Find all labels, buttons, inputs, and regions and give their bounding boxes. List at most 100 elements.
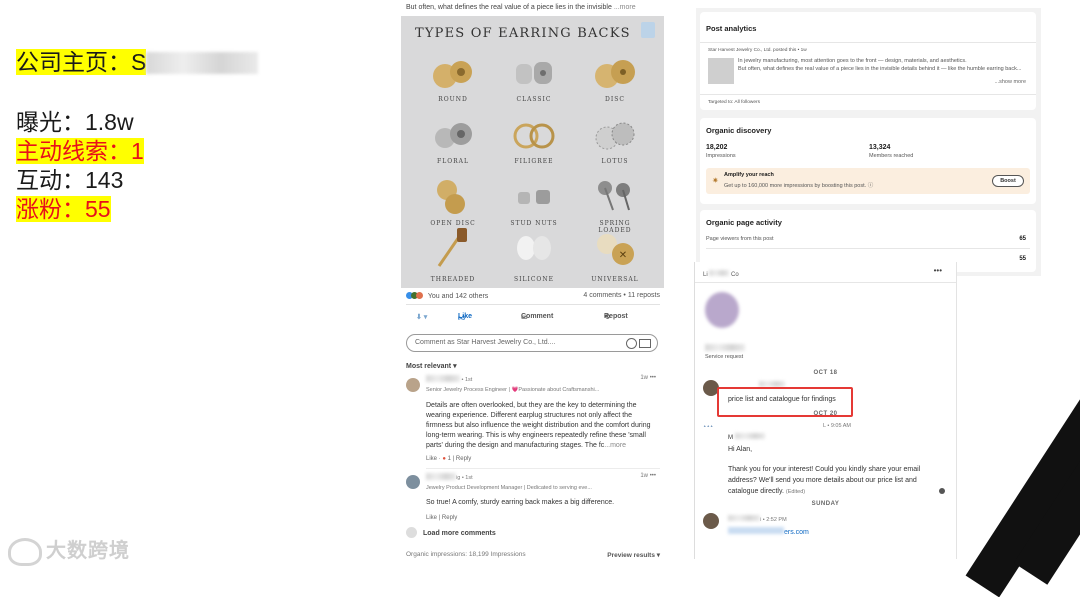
comment-meta: ig • 1st: [426, 473, 658, 483]
emoji-icon[interactable]: [626, 338, 637, 349]
earring-label: FILIGREE: [514, 158, 554, 165]
watermark-text: 大数跨境: [46, 540, 130, 562]
greeting-text: Hi Alan,: [728, 446, 753, 453]
earring-stud-nuts: STUD NUTS: [504, 176, 564, 227]
preview-results-button[interactable]: Preview results ▾: [607, 551, 660, 559]
comments-reposts-count[interactable]: 4 comments • 11 reposts: [583, 292, 660, 299]
amplify-text: Get up to 160,000 more impressions by bo…: [724, 183, 874, 189]
reaction-icons[interactable]: [406, 292, 426, 300]
comment-headline: Jewelry Product Development Manager | De…: [426, 485, 592, 491]
exposure-stat: 曝光：1.8w: [16, 109, 134, 135]
earring-open-disc-icon: [437, 180, 465, 214]
comment-degree: • 1st: [461, 377, 473, 383]
post-actions: ⬇ ▾ 👍︎ Like ▭ Comment ⟲ Repost: [406, 313, 660, 325]
earring-label: ROUND: [438, 96, 468, 103]
comment-more-icon[interactable]: •••: [650, 375, 656, 381]
repost-label: Repost: [604, 313, 628, 320]
reactions-count[interactable]: You and 142 others: [428, 293, 488, 300]
earring-universal-icon: ✕: [597, 234, 634, 265]
comment-more-icon[interactable]: •••: [650, 473, 656, 479]
post-intro: But often, what defines the real value o…: [406, 4, 661, 11]
earring-stud-nuts-icon: [518, 190, 550, 204]
sender-avatar[interactable]: [703, 513, 719, 529]
earring-open-disc: OPEN DISC: [423, 176, 483, 227]
comment-input[interactable]: Comment as Star Harvest Jewelry Co., Ltd…: [406, 334, 658, 352]
commenter-name-suffix: ig: [456, 475, 461, 481]
blurred-name: [426, 473, 456, 480]
sender-time: i • 2:52 PM: [728, 515, 787, 523]
date-separator: OCT 18: [813, 370, 838, 376]
post-thumbnail[interactable]: [708, 58, 734, 84]
messaging-panel: Li Co ••• Service request OCT 18 price l…: [694, 262, 957, 559]
divider: [406, 304, 660, 305]
comment-headline: Senior Jewelry Process Engineer | 💗Passi…: [426, 387, 600, 393]
organic-discovery-title: Organic discovery: [706, 126, 772, 135]
earring-floral: FLORAL: [423, 116, 483, 165]
analytics-panel: Post analytics Star Harvest Jewelry Co.,…: [696, 8, 1041, 276]
email-link[interactable]: ers.com: [728, 527, 809, 536]
page-viewers-value: 65: [1019, 236, 1026, 242]
sender-initial: M: [728, 433, 765, 441]
earring-label: THREADED: [430, 276, 476, 283]
homepage-stat: 公司主页：S: [16, 48, 259, 76]
poster-line: Star Harvest Jewelry Co., Ltd. posted th…: [708, 48, 807, 53]
earring-round: ROUND: [423, 54, 483, 103]
load-more-comments-button[interactable]: Load more comments: [406, 527, 496, 538]
amplify-box: ✷ Amplify your reach Get up to 160,000 m…: [706, 168, 1030, 194]
sort-dropdown[interactable]: Most relevant ▾: [406, 362, 457, 370]
earring-label: CLASSIC: [516, 96, 552, 103]
second-metric-value: 55: [1019, 256, 1026, 262]
show-more-link[interactable]: ...show more: [995, 79, 1026, 85]
earring-filigree: FILIGREE: [504, 116, 564, 165]
reply-text: Thank you for your interest! Could you k…: [728, 466, 921, 495]
divider: [426, 468, 660, 469]
image-upload-icon[interactable]: [639, 339, 651, 348]
divider: [706, 248, 1030, 249]
comment-more-link[interactable]: ...more: [604, 442, 626, 449]
highlight-box: [717, 387, 853, 417]
comment-text: Details are often overlooked, but they a…: [426, 401, 658, 451]
earring-lotus-icon: [595, 122, 635, 150]
comment-actions: Like · ● 1 | Reply: [426, 456, 472, 462]
active-leads-stat: 主动线索：1: [16, 137, 144, 165]
commenter-avatar[interactable]: [406, 475, 420, 489]
earring-filigree-icon: [513, 123, 555, 149]
blurred-name: [426, 375, 460, 382]
earring-disc: DISC: [585, 54, 645, 103]
comment-item: • 1st Senior Jewelry Process Engineer | …: [406, 375, 660, 465]
divider: [700, 42, 1036, 43]
date-separator: SUNDAY: [811, 501, 840, 507]
sender-time: L • 9:05 AM: [823, 423, 852, 429]
comment-like-button[interactable]: Like: [426, 456, 437, 462]
header-left-text: Li: [703, 272, 708, 278]
commenter-avatar[interactable]: [406, 378, 420, 392]
earring-floral-icon: [435, 123, 472, 148]
organic-impressions: Organic impressions: 18,199 Impressions: [406, 551, 526, 558]
boost-button[interactable]: Boost: [992, 175, 1024, 187]
post-intro-more-link[interactable]: ...more: [614, 4, 636, 11]
comment-degree: • 1st: [461, 475, 473, 481]
comment-reply-button[interactable]: Reply: [442, 515, 457, 521]
page-activity-title: Organic page activity: [706, 218, 782, 227]
heart-reaction-icon: ●: [442, 456, 446, 462]
more-options-icon[interactable]: •••: [934, 266, 942, 275]
earring-classic-icon: [516, 62, 552, 84]
contact-avatar[interactable]: [705, 292, 739, 328]
divider: [695, 282, 956, 283]
comment-reply-button[interactable]: Reply: [456, 456, 471, 462]
earring-threaded: THREADED: [423, 224, 483, 283]
divider: [700, 94, 1036, 95]
post-analytics-title: Post analytics: [706, 24, 757, 33]
post-image[interactable]: TYPES OF EARRING BACKS ROUND CLASSIC DIS…: [401, 16, 664, 288]
earring-silicone: SILICONE: [504, 224, 564, 283]
company-logo[interactable]: ▲▲▲: [703, 424, 721, 438]
impressions-value: 18,202: [706, 144, 728, 151]
svg-text:✕: ✕: [619, 250, 627, 261]
comment-like-button[interactable]: Like: [426, 515, 437, 521]
post-excerpt-line-1: In jewelry manufacturing, most attention…: [738, 58, 967, 64]
interactions-stat: 互动：143: [16, 167, 124, 193]
comment-time: 1w •••: [640, 473, 656, 479]
comment-like-count: 1: [447, 456, 451, 462]
conversation-header: Li Co: [703, 270, 739, 278]
reaction-picker-icon[interactable]: ⬇ ▾: [416, 313, 427, 321]
